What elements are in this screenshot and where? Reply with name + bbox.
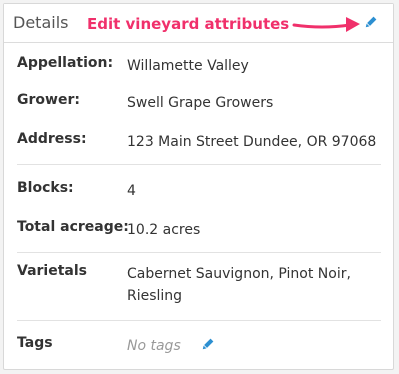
address-label: Address:: [17, 131, 87, 147]
section-divider: [17, 164, 381, 165]
appellation-value: Willamette Valley: [127, 58, 249, 74]
blocks-label: Blocks:: [17, 180, 74, 196]
tags-label: Tags: [17, 335, 53, 351]
edit-annotation: Edit vineyard attributes: [87, 15, 290, 33]
edit-pencil-icon[interactable]: [363, 16, 377, 30]
edit-tags-pencil-icon[interactable]: [200, 338, 214, 352]
varietals-label: Varietals: [17, 263, 87, 279]
card-title: Details: [13, 13, 69, 32]
grower-value: Swell Grape Growers: [127, 95, 274, 111]
address-value: 123 Main Street Dundee, OR 97068: [127, 134, 377, 150]
appellation-label: Appellation:: [17, 55, 114, 71]
arrow-icon: [292, 17, 360, 32]
vineyard-details-card: Details Edit vineyard attributes Appella…: [3, 3, 394, 370]
tags-value: No tags: [127, 338, 181, 354]
grower-label: Grower:: [17, 92, 80, 108]
card-header: Details Edit vineyard attributes: [4, 4, 393, 43]
blocks-value: 4: [127, 183, 136, 199]
section-divider: [17, 252, 381, 253]
section-divider: [17, 320, 381, 321]
acreage-label: Total acreage:: [17, 219, 129, 235]
varietals-value: Cabernet Sauvignon, Pinot Noir, Riesling: [127, 266, 351, 304]
acreage-value: 10.2 acres: [127, 222, 201, 238]
